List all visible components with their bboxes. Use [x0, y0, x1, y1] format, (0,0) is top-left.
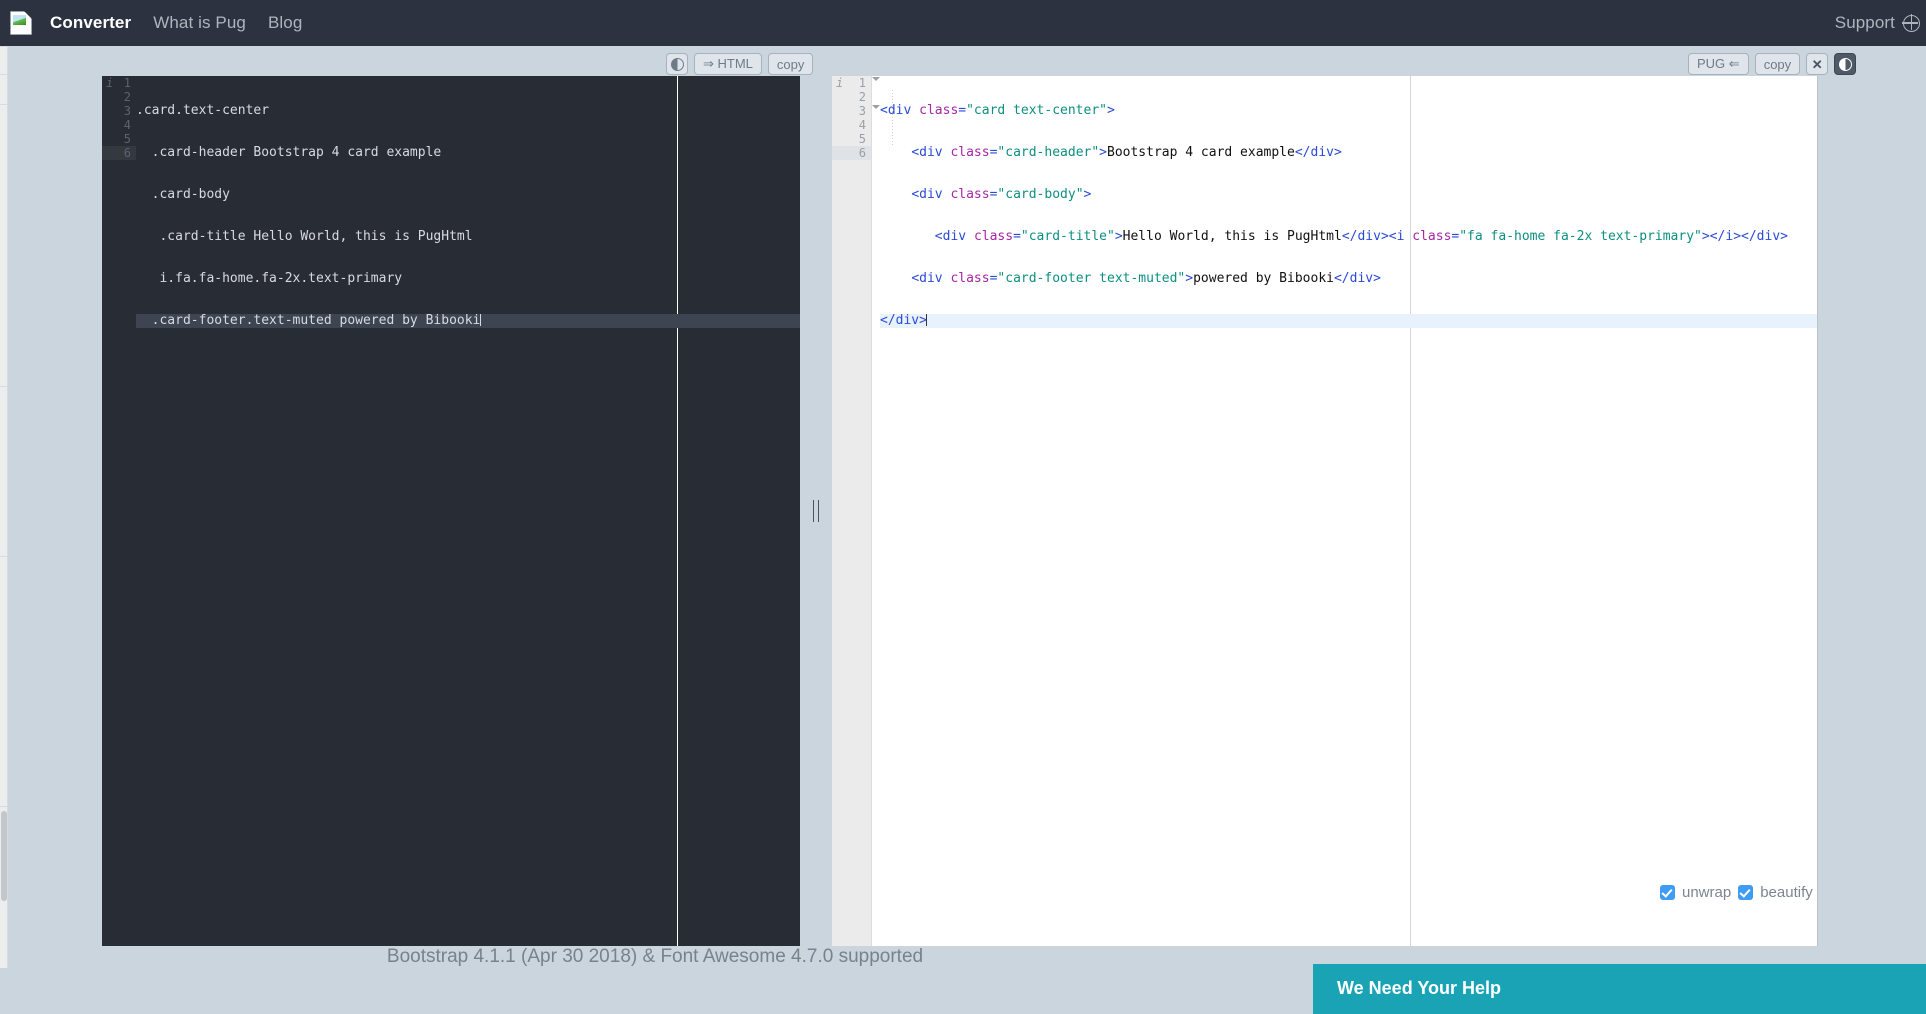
right-code-area[interactable]: <div class="card text-center"> <div clas…: [880, 76, 1817, 946]
navbar-right-group: Support: [1835, 13, 1926, 33]
html-code-line-active: </div>: [880, 314, 1817, 328]
html-code-line: <div class="card-title">Hello World, thi…: [880, 230, 1817, 244]
copy-html-button[interactable]: copy: [1755, 53, 1800, 75]
nav-link-blog[interactable]: Blog: [268, 13, 302, 33]
html-output-editor[interactable]: i 1 2 3 4 5 6 <div class="card text-cent…: [832, 76, 1818, 946]
html-code-line: <div class="card text-center">: [880, 104, 1817, 118]
nav-link-support[interactable]: Support: [1835, 13, 1895, 33]
pug-code-line: i.fa.fa-home.fa-2x.text-primary: [136, 272, 800, 286]
right-line-number: 5: [832, 132, 871, 146]
nav-link-what-is-pug[interactable]: What is Pug: [153, 13, 246, 33]
left-theme-toggle-button[interactable]: [666, 53, 688, 75]
left-line-number: 4: [102, 118, 136, 132]
copy-pug-button[interactable]: copy: [768, 53, 813, 75]
info-icon: i: [106, 76, 113, 90]
info-icon: i: [836, 76, 843, 90]
left-line-number: 6: [102, 146, 136, 160]
html-code-line: <div class="card-body">: [880, 188, 1817, 202]
beautify-checkbox[interactable]: [1738, 885, 1753, 900]
nav-link-converter[interactable]: Converter: [50, 13, 131, 33]
help-banner-title: We Need Your Help: [1337, 978, 1501, 999]
pug-code-line: .card-title Hello World, this is PugHtml: [136, 230, 800, 244]
html-code-line-text: </div>: [880, 313, 927, 328]
unwrap-checkbox[interactable]: [1660, 885, 1675, 900]
output-options: unwrap beautify: [1660, 884, 1813, 901]
pug-code-line-text: .card-footer.text-muted powered by Biboo…: [136, 313, 480, 328]
page-scrollbar-thumb[interactable]: [1, 811, 7, 901]
text-cursor: [926, 314, 927, 326]
right-line-number: i 1: [832, 76, 871, 90]
left-line-number: 3: [102, 104, 136, 118]
left-code-area[interactable]: .card.text-center .card-header Bootstrap…: [136, 76, 800, 946]
contrast-icon: [671, 58, 684, 71]
right-gutter: i 1 2 3 4 5 6: [832, 76, 872, 946]
convert-to-html-button[interactable]: ⇒ HTML: [694, 53, 762, 75]
left-editor-toolbar: ⇒ HTML copy: [666, 53, 813, 75]
site-logo-icon[interactable]: [10, 11, 32, 35]
html-code-line: <div class="card-footer text-muted">powe…: [880, 272, 1817, 286]
left-line-number: 5: [102, 132, 136, 146]
right-line-number: 3: [832, 104, 871, 118]
left-gutter: i 1 2 3 4 5 6: [102, 76, 136, 946]
globe-icon[interactable]: [1903, 15, 1920, 32]
left-line-number: i 1: [102, 76, 136, 90]
clear-html-button[interactable]: ✕: [1806, 53, 1828, 75]
right-editor-toolbar: PUG ⇐ copy ✕: [1688, 53, 1856, 75]
right-theme-toggle-button[interactable]: [1834, 53, 1856, 75]
fold-arrow-icon[interactable]: [872, 77, 880, 81]
top-navbar: Converter What is Pug Blog Support: [0, 0, 1926, 46]
right-line-number: 2: [832, 90, 871, 104]
pug-code-line: .card.text-center: [136, 104, 800, 118]
html-code-line: <div class="card-header">Bootstrap 4 car…: [880, 146, 1817, 160]
text-cursor: [480, 314, 481, 326]
fold-arrow-icon[interactable]: [872, 105, 880, 109]
splitter-grip-icon: [813, 500, 819, 522]
browser-edge-strip: [0, 46, 8, 968]
help-banner[interactable]: We Need Your Help: [1313, 964, 1926, 1014]
unwrap-label: unwrap: [1682, 884, 1731, 901]
beautify-label: beautify: [1760, 884, 1813, 901]
contrast-icon: [1839, 58, 1852, 71]
navbar-left-group: Converter What is Pug Blog: [0, 11, 324, 35]
pug-source-editor[interactable]: i 1 2 3 4 5 6 .card.text-center .card-he…: [102, 76, 800, 946]
close-icon: ✕: [1812, 58, 1823, 71]
convert-to-pug-button[interactable]: PUG ⇐: [1688, 53, 1749, 75]
editor-splitter-handle[interactable]: [800, 76, 832, 946]
support-note: Bootstrap 4.1.1 (Apr 30 2018) & Font Awe…: [0, 946, 1310, 968]
right-line-number: 4: [832, 118, 871, 132]
left-line-number: 2: [102, 90, 136, 104]
right-line-number: 6: [832, 146, 871, 160]
page-body: ⇒ HTML copy PUG ⇐ copy ✕ i 1 2 3 4 5 6 .…: [0, 46, 1926, 968]
pug-code-line-active: .card-footer.text-muted powered by Biboo…: [136, 314, 800, 328]
pug-code-line: .card-header Bootstrap 4 card example: [136, 146, 800, 160]
pug-code-line: .card-body: [136, 188, 800, 202]
